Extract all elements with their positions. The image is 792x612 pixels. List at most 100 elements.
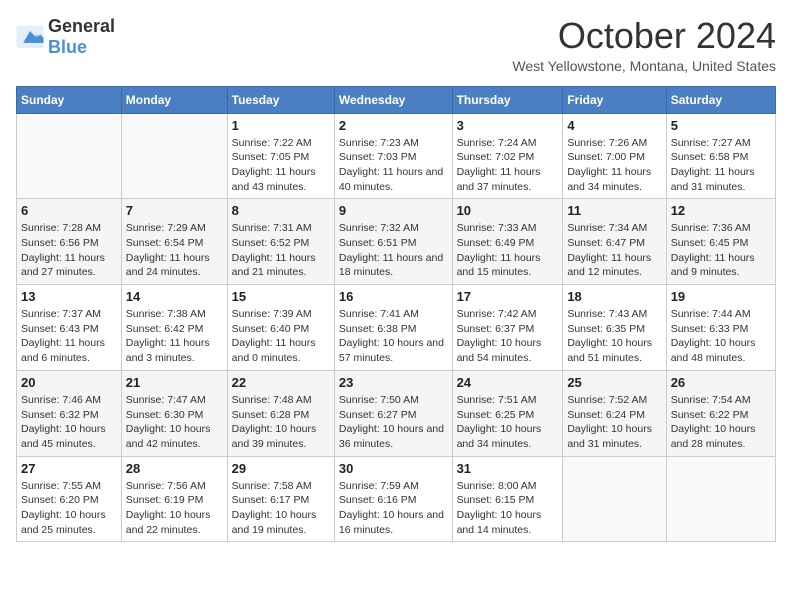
calendar-cell: 17 Sunrise: 7:42 AM Sunset: 6:37 PM Dayl…: [452, 285, 563, 371]
calendar-week-row: 13 Sunrise: 7:37 AM Sunset: 6:43 PM Dayl…: [17, 285, 776, 371]
cell-sunset: Sunset: 6:19 PM: [126, 493, 223, 508]
calendar-cell: 20 Sunrise: 7:46 AM Sunset: 6:32 PM Dayl…: [17, 370, 122, 456]
day-header: Thursday: [452, 86, 563, 113]
cell-daylight: Daylight: 11 hours and 24 minutes.: [126, 251, 223, 280]
cell-sunset: Sunset: 6:42 PM: [126, 322, 223, 337]
header-row: SundayMondayTuesdayWednesdayThursdayFrid…: [17, 86, 776, 113]
cell-sunset: Sunset: 6:43 PM: [21, 322, 117, 337]
calendar-cell: 21 Sunrise: 7:47 AM Sunset: 6:30 PM Dayl…: [121, 370, 227, 456]
cell-sunrise: Sunrise: 7:47 AM: [126, 393, 223, 408]
logo: General Blue: [16, 16, 115, 58]
cell-day-number: 27: [21, 461, 117, 476]
calendar-cell: 27 Sunrise: 7:55 AM Sunset: 6:20 PM Dayl…: [17, 456, 122, 542]
cell-daylight: Daylight: 10 hours and 14 minutes.: [457, 508, 559, 537]
cell-sunrise: Sunrise: 7:33 AM: [457, 221, 559, 236]
cell-daylight: Daylight: 10 hours and 25 minutes.: [21, 508, 117, 537]
cell-sunrise: Sunrise: 7:23 AM: [339, 136, 448, 151]
calendar-week-row: 6 Sunrise: 7:28 AM Sunset: 6:56 PM Dayli…: [17, 199, 776, 285]
cell-day-number: 7: [126, 203, 223, 218]
cell-daylight: Daylight: 10 hours and 22 minutes.: [126, 508, 223, 537]
cell-sunrise: Sunrise: 7:22 AM: [232, 136, 330, 151]
calendar-table: SundayMondayTuesdayWednesdayThursdayFrid…: [16, 86, 776, 543]
cell-daylight: Daylight: 11 hours and 34 minutes.: [567, 165, 661, 194]
cell-sunset: Sunset: 6:45 PM: [671, 236, 771, 251]
cell-sunset: Sunset: 6:32 PM: [21, 408, 117, 423]
cell-daylight: Daylight: 11 hours and 40 minutes.: [339, 165, 448, 194]
cell-day-number: 8: [232, 203, 330, 218]
cell-day-number: 21: [126, 375, 223, 390]
cell-day-number: 13: [21, 289, 117, 304]
calendar-cell: 13 Sunrise: 7:37 AM Sunset: 6:43 PM Dayl…: [17, 285, 122, 371]
cell-sunrise: Sunrise: 7:39 AM: [232, 307, 330, 322]
calendar-cell: 30 Sunrise: 7:59 AM Sunset: 6:16 PM Dayl…: [334, 456, 452, 542]
calendar-header: SundayMondayTuesdayWednesdayThursdayFrid…: [17, 86, 776, 113]
calendar-cell: 23 Sunrise: 7:50 AM Sunset: 6:27 PM Dayl…: [334, 370, 452, 456]
cell-daylight: Daylight: 10 hours and 39 minutes.: [232, 422, 330, 451]
cell-sunrise: Sunrise: 7:29 AM: [126, 221, 223, 236]
cell-sunrise: Sunrise: 7:43 AM: [567, 307, 661, 322]
day-header: Friday: [563, 86, 666, 113]
cell-sunset: Sunset: 6:16 PM: [339, 493, 448, 508]
cell-day-number: 26: [671, 375, 771, 390]
cell-day-number: 19: [671, 289, 771, 304]
cell-sunset: Sunset: 6:54 PM: [126, 236, 223, 251]
cell-daylight: Daylight: 10 hours and 45 minutes.: [21, 422, 117, 451]
cell-sunset: Sunset: 6:58 PM: [671, 150, 771, 165]
calendar-cell: 29 Sunrise: 7:58 AM Sunset: 6:17 PM Dayl…: [227, 456, 334, 542]
calendar-week-row: 27 Sunrise: 7:55 AM Sunset: 6:20 PM Dayl…: [17, 456, 776, 542]
cell-sunset: Sunset: 6:40 PM: [232, 322, 330, 337]
cell-sunrise: Sunrise: 7:44 AM: [671, 307, 771, 322]
calendar-cell: 9 Sunrise: 7:32 AM Sunset: 6:51 PM Dayli…: [334, 199, 452, 285]
cell-day-number: 4: [567, 118, 661, 133]
calendar-cell: 10 Sunrise: 7:33 AM Sunset: 6:49 PM Dayl…: [452, 199, 563, 285]
title-area: October 2024 West Yellowstone, Montana, …: [512, 16, 776, 74]
calendar-cell: 16 Sunrise: 7:41 AM Sunset: 6:38 PM Dayl…: [334, 285, 452, 371]
calendar-cell: 15 Sunrise: 7:39 AM Sunset: 6:40 PM Dayl…: [227, 285, 334, 371]
logo-icon: [16, 26, 44, 48]
cell-sunrise: Sunrise: 7:48 AM: [232, 393, 330, 408]
cell-sunrise: Sunrise: 7:34 AM: [567, 221, 661, 236]
cell-daylight: Daylight: 11 hours and 3 minutes.: [126, 336, 223, 365]
calendar-cell: 1 Sunrise: 7:22 AM Sunset: 7:05 PM Dayli…: [227, 113, 334, 199]
cell-sunrise: Sunrise: 7:41 AM: [339, 307, 448, 322]
cell-sunrise: Sunrise: 7:54 AM: [671, 393, 771, 408]
logo-blue: Blue: [48, 37, 87, 57]
cell-sunset: Sunset: 6:24 PM: [567, 408, 661, 423]
day-header: Tuesday: [227, 86, 334, 113]
calendar-cell: 31 Sunrise: 8:00 AM Sunset: 6:15 PM Dayl…: [452, 456, 563, 542]
cell-day-number: 22: [232, 375, 330, 390]
calendar-cell: 6 Sunrise: 7:28 AM Sunset: 6:56 PM Dayli…: [17, 199, 122, 285]
cell-sunset: Sunset: 6:28 PM: [232, 408, 330, 423]
cell-sunset: Sunset: 6:20 PM: [21, 493, 117, 508]
cell-sunrise: Sunrise: 8:00 AM: [457, 479, 559, 494]
cell-daylight: Daylight: 10 hours and 42 minutes.: [126, 422, 223, 451]
cell-daylight: Daylight: 11 hours and 6 minutes.: [21, 336, 117, 365]
calendar-cell: [17, 113, 122, 199]
calendar-cell: 26 Sunrise: 7:54 AM Sunset: 6:22 PM Dayl…: [666, 370, 775, 456]
cell-daylight: Daylight: 10 hours and 54 minutes.: [457, 336, 559, 365]
cell-sunset: Sunset: 7:05 PM: [232, 150, 330, 165]
cell-sunrise: Sunrise: 7:37 AM: [21, 307, 117, 322]
cell-daylight: Daylight: 11 hours and 21 minutes.: [232, 251, 330, 280]
cell-day-number: 29: [232, 461, 330, 476]
cell-day-number: 1: [232, 118, 330, 133]
calendar-cell: 14 Sunrise: 7:38 AM Sunset: 6:42 PM Dayl…: [121, 285, 227, 371]
cell-daylight: Daylight: 10 hours and 28 minutes.: [671, 422, 771, 451]
calendar-week-row: 20 Sunrise: 7:46 AM Sunset: 6:32 PM Dayl…: [17, 370, 776, 456]
cell-sunset: Sunset: 6:51 PM: [339, 236, 448, 251]
calendar-cell: 3 Sunrise: 7:24 AM Sunset: 7:02 PM Dayli…: [452, 113, 563, 199]
cell-daylight: Daylight: 11 hours and 12 minutes.: [567, 251, 661, 280]
cell-day-number: 30: [339, 461, 448, 476]
cell-daylight: Daylight: 11 hours and 37 minutes.: [457, 165, 559, 194]
cell-daylight: Daylight: 11 hours and 43 minutes.: [232, 165, 330, 194]
subtitle: West Yellowstone, Montana, United States: [512, 58, 776, 74]
cell-daylight: Daylight: 10 hours and 34 minutes.: [457, 422, 559, 451]
cell-sunset: Sunset: 6:15 PM: [457, 493, 559, 508]
cell-day-number: 25: [567, 375, 661, 390]
cell-sunset: Sunset: 6:37 PM: [457, 322, 559, 337]
cell-day-number: 18: [567, 289, 661, 304]
cell-sunset: Sunset: 6:35 PM: [567, 322, 661, 337]
calendar-cell: 2 Sunrise: 7:23 AM Sunset: 7:03 PM Dayli…: [334, 113, 452, 199]
logo-text: General Blue: [48, 16, 115, 58]
cell-day-number: 10: [457, 203, 559, 218]
